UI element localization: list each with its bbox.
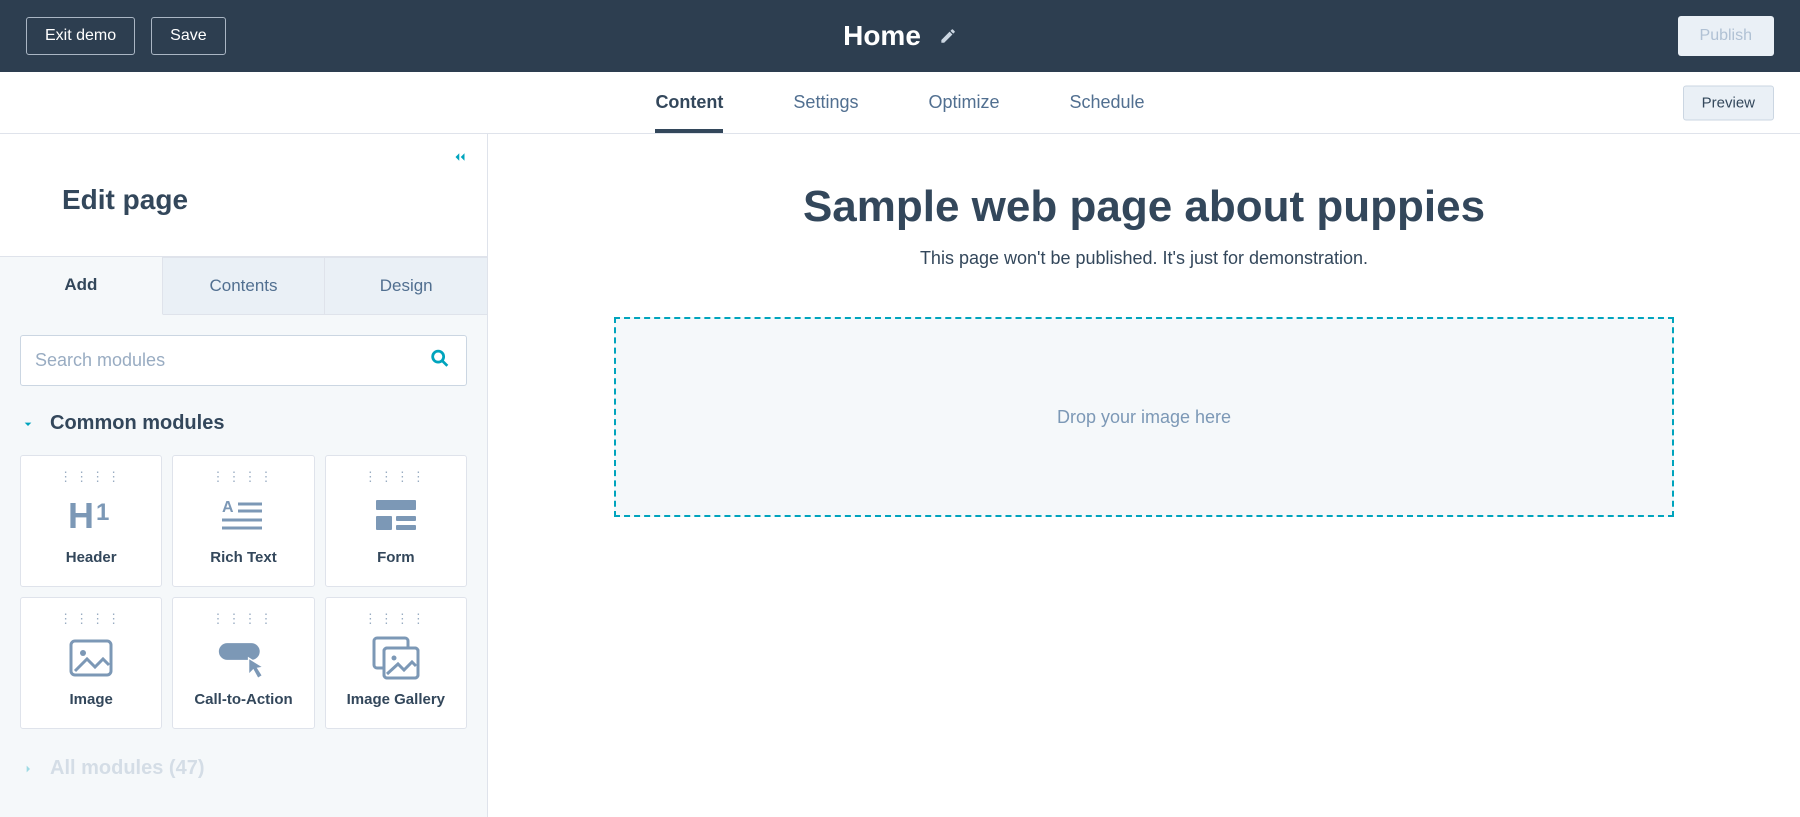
image-icon [65, 635, 117, 681]
tab-settings[interactable]: Settings [793, 72, 858, 133]
module-header[interactable]: ⋮⋮⋮⋮ H1 Header [20, 455, 162, 587]
section-all-modules-header[interactable]: All modules (47) [20, 757, 467, 780]
module-rich-text[interactable]: ⋮⋮⋮⋮ A Rich Text [172, 455, 314, 587]
sidebar-body: Common modules ⋮⋮⋮⋮ H1 Header ⋮⋮⋮⋮ A Ric… [0, 315, 487, 800]
dropzone-label: Drop your image here [1057, 407, 1231, 428]
sidebar-tab-contents[interactable]: Contents [163, 257, 326, 314]
tab-content[interactable]: Content [655, 72, 723, 133]
svg-text:H: H [68, 496, 94, 536]
drag-handle-icon: ⋮⋮⋮⋮ [364, 612, 428, 625]
canvas: Sample web page about puppies This page … [488, 134, 1800, 817]
sidebar-tab-design[interactable]: Design [325, 257, 487, 314]
main-tabs: Content Settings Optimize Schedule Previ… [0, 72, 1800, 134]
drag-handle-icon: ⋮⋮⋮⋮ [59, 612, 123, 625]
sidebar-tabs: Add Contents Design [0, 257, 487, 315]
search-wrap [20, 335, 467, 386]
page-title: Home [843, 20, 921, 52]
drag-handle-icon: ⋮⋮⋮⋮ [211, 612, 275, 625]
module-form[interactable]: ⋮⋮⋮⋮ Form [325, 455, 467, 587]
page-title-wrap: Home [843, 20, 957, 52]
rich-text-icon: A [217, 493, 269, 539]
image-dropzone[interactable]: Drop your image here [614, 317, 1674, 517]
search-input[interactable] [20, 335, 467, 386]
collapse-sidebar-icon[interactable] [451, 148, 469, 171]
search-icon[interactable] [429, 347, 451, 374]
drag-handle-icon: ⋮⋮⋮⋮ [211, 470, 275, 483]
preview-button[interactable]: Preview [1683, 85, 1774, 120]
workspace: Edit page Add Contents Design Common mod… [0, 134, 1800, 817]
canvas-subtext: This page won't be published. It's just … [548, 248, 1740, 269]
sidebar-header: Edit page [0, 134, 487, 257]
module-label: Image [69, 691, 112, 708]
drag-handle-icon: ⋮⋮⋮⋮ [364, 470, 428, 483]
module-cta[interactable]: ⋮⋮⋮⋮ Call-to-Action [172, 597, 314, 729]
module-image-gallery[interactable]: ⋮⋮⋮⋮ Image Gallery [325, 597, 467, 729]
svg-text:1: 1 [96, 499, 109, 526]
module-label: Header [66, 549, 117, 566]
module-image[interactable]: ⋮⋮⋮⋮ Image [20, 597, 162, 729]
module-label: Rich Text [210, 549, 276, 566]
tab-schedule[interactable]: Schedule [1069, 72, 1144, 133]
cta-icon [217, 635, 269, 681]
section-common-title: Common modules [50, 412, 224, 435]
topbar-left: Exit demo Save [26, 17, 226, 55]
sidebar: Edit page Add Contents Design Common mod… [0, 134, 488, 817]
canvas-heading: Sample web page about puppies [548, 182, 1740, 232]
exit-demo-button[interactable]: Exit demo [26, 17, 135, 55]
header-icon: H1 [65, 493, 117, 539]
drag-handle-icon: ⋮⋮⋮⋮ [59, 470, 123, 483]
sidebar-heading: Edit page [62, 184, 487, 216]
module-grid: ⋮⋮⋮⋮ H1 Header ⋮⋮⋮⋮ A Rich Text ⋮⋮⋮⋮ [20, 455, 467, 729]
module-label: Call-to-Action [194, 691, 292, 708]
topbar: Exit demo Save Home Publish [0, 0, 1800, 72]
gallery-icon [370, 635, 422, 681]
module-label: Image Gallery [347, 691, 445, 708]
section-all-title: All modules (47) [50, 757, 204, 780]
tab-optimize[interactable]: Optimize [928, 72, 999, 133]
module-label: Form [377, 549, 415, 566]
section-common-modules-header[interactable]: Common modules [20, 412, 467, 435]
edit-title-icon[interactable] [939, 27, 957, 45]
publish-button[interactable]: Publish [1678, 16, 1774, 56]
save-button[interactable]: Save [151, 17, 225, 55]
svg-text:A: A [222, 499, 234, 516]
sidebar-tab-add[interactable]: Add [0, 257, 163, 315]
form-icon [370, 493, 422, 539]
